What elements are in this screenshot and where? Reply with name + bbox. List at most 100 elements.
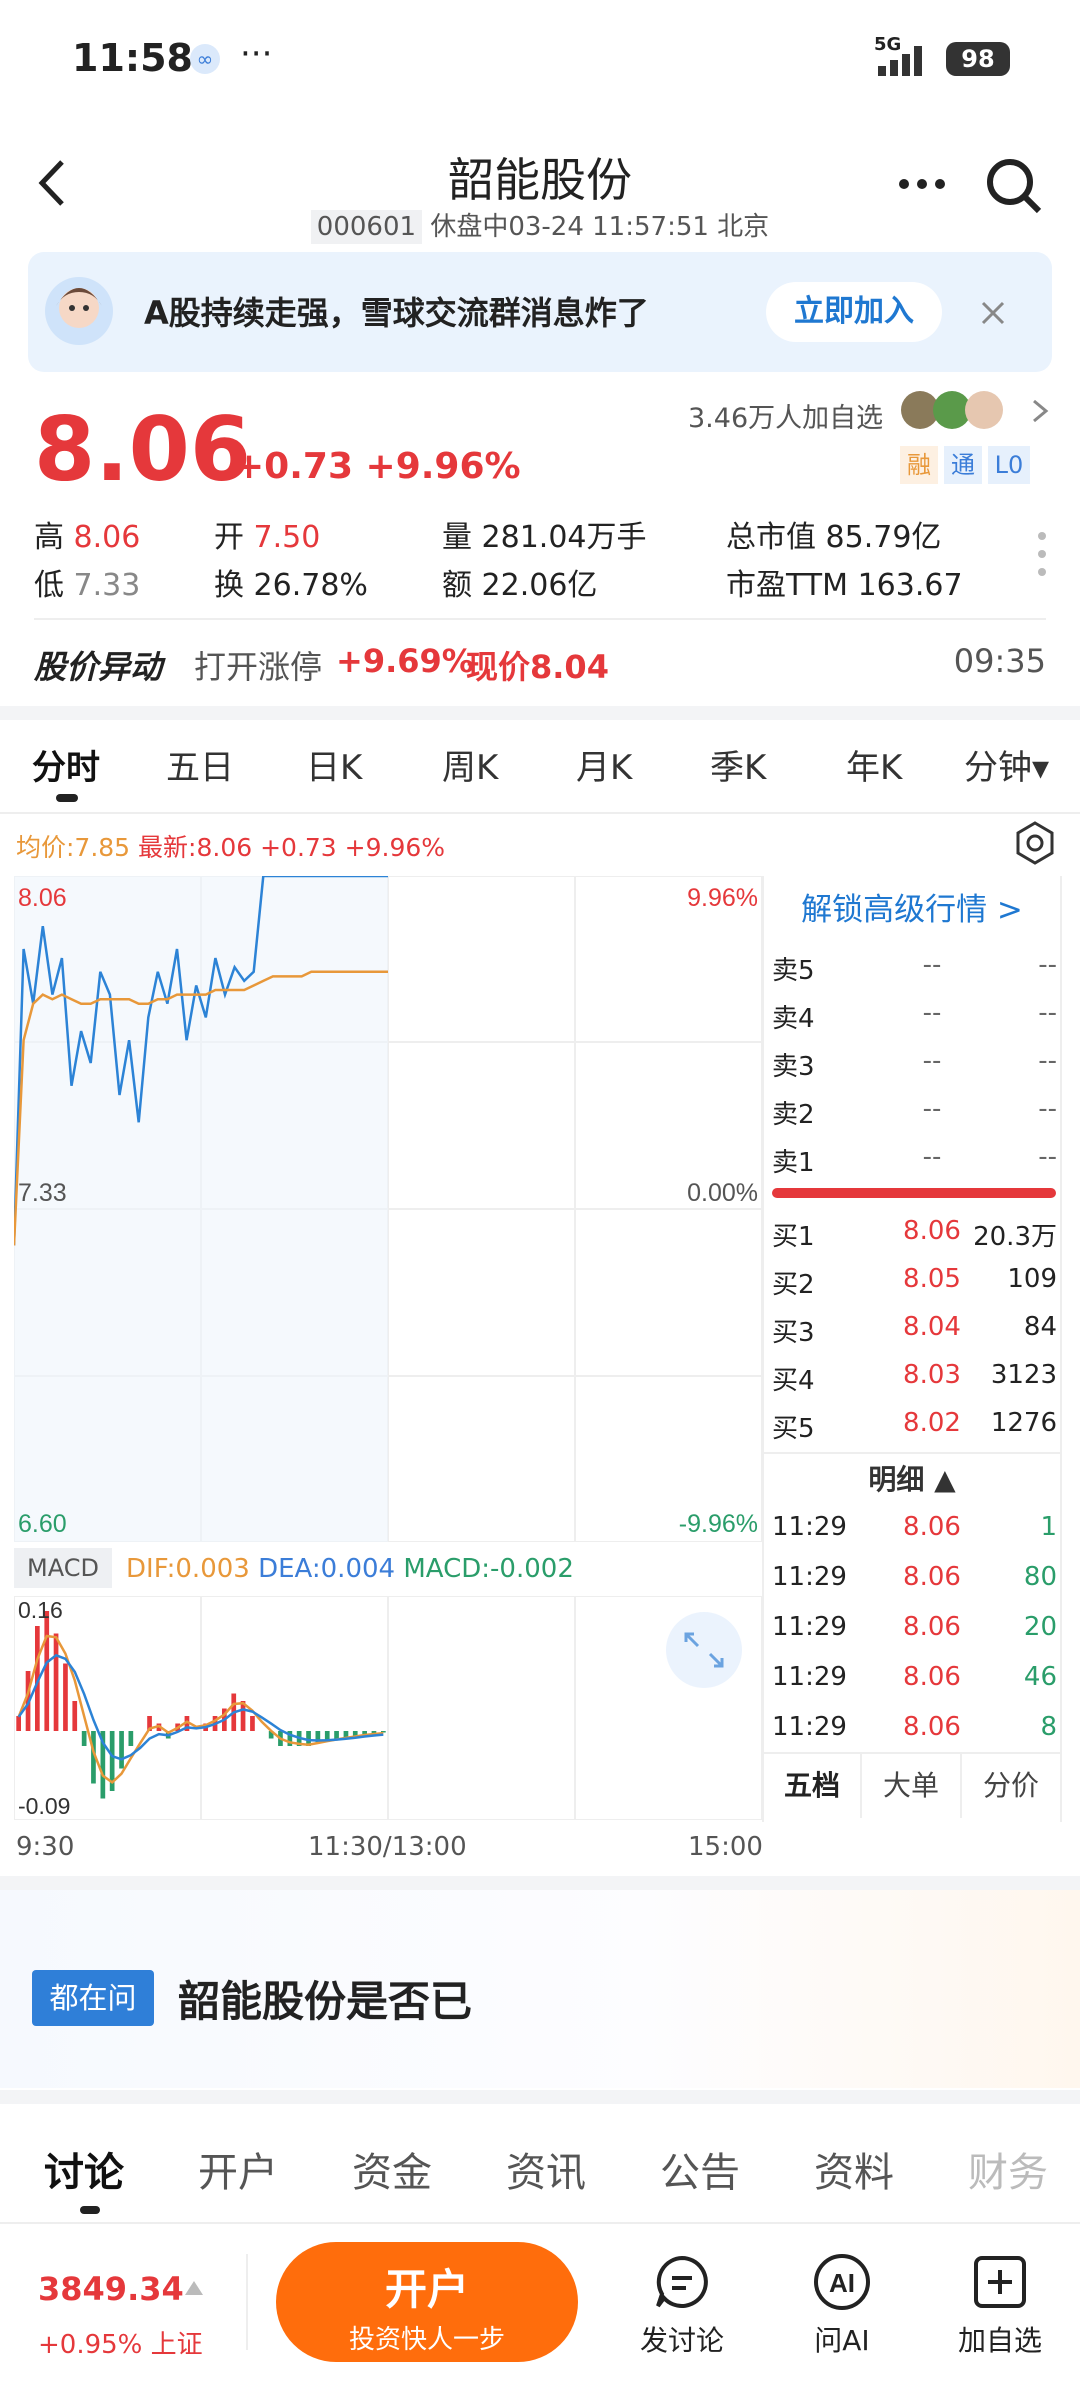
level-volume: 3123 — [990, 1360, 1057, 1390]
notification-icon: ∞ — [190, 44, 220, 74]
search-icon[interactable] — [984, 156, 1044, 216]
macd-bar — [324, 1731, 330, 1740]
detail-toggle[interactable]: 明细 ▲ — [764, 1458, 1060, 1498]
margin-tag: 融 — [900, 446, 938, 484]
vertical-more-icon[interactable] — [1036, 530, 1048, 578]
bottom-bar: 3849.34 +0.95% 上证 开户 投资快人一步 发讨论 AI 问AI 加… — [0, 2224, 1080, 2400]
y-top-label: 8.06 — [18, 884, 67, 912]
index-name: 上证 — [150, 2330, 203, 2360]
stock-tags: 融通 L0 — [900, 446, 1030, 484]
tab-account[interactable]: 开户 — [198, 2140, 278, 2198]
tab-funds[interactable]: 资金 — [352, 2140, 432, 2198]
close-icon[interactable] — [980, 300, 1006, 326]
level-price: 8.02 — [903, 1408, 961, 1438]
follower-avatars[interactable] — [900, 388, 1010, 436]
volume-label: 量 — [442, 520, 472, 555]
tab-big-orders[interactable]: 大单 — [862, 1754, 962, 1818]
banner-text: A股持续走强，雪球交流群消息炸了 — [144, 294, 649, 332]
price-chart[interactable]: 8.06 7.33 6.60 9.96% 0.00% -9.96% — [14, 876, 762, 1542]
level-price: -- — [922, 1046, 942, 1076]
macd-bar — [362, 1731, 367, 1734]
settings-icon[interactable] — [1012, 820, 1058, 866]
tab-news[interactable]: 资讯 — [506, 2140, 586, 2198]
macd-indicator-button[interactable]: MACD — [14, 1548, 112, 1588]
pct-mid-label: 0.00% — [687, 1179, 758, 1207]
macd-bar — [72, 1701, 78, 1731]
more-icon[interactable] — [896, 176, 948, 192]
tick-time: 11:29 — [772, 1512, 847, 1542]
open-account-label: 开户 — [384, 2265, 469, 2314]
tab-minute[interactable]: 分钟▾ — [964, 740, 1049, 789]
open-account-button[interactable]: 开户 投资快人一步 — [276, 2242, 578, 2362]
tab-discuss[interactable]: 讨论 — [44, 2140, 124, 2198]
quote-stats: 高 8.06 开 7.50 量 281.04万手 总市值 85.79亿 低 7.… — [34, 512, 1034, 603]
tick-row: 11:29 8.06 46 — [772, 1654, 1057, 1702]
battery-icon: 98 — [946, 42, 1010, 76]
post-label: 发讨论 — [639, 2324, 724, 2357]
divider — [0, 812, 1080, 814]
level-volume: 109 — [1007, 1264, 1057, 1294]
add-favorite-button[interactable]: 加自选 — [940, 2252, 1060, 2359]
connect-tag: 通 — [944, 446, 982, 484]
unlock-advanced-quotes[interactable]: 解锁高级行情 > — [764, 884, 1060, 929]
level-label: 卖1 — [772, 1148, 815, 1178]
ask-section[interactable]: 都在问 韶能股份是否已 — [0, 1890, 1080, 2088]
level-price: -- — [922, 1142, 942, 1172]
macd-chart[interactable]: 0.16 -0.09 — [14, 1596, 762, 1820]
change-value: +0.73 — [234, 446, 353, 487]
current-price: 8.06 — [34, 398, 252, 501]
tab-daily-k[interactable]: 日K — [306, 740, 362, 789]
ai-icon: AI — [814, 2254, 870, 2310]
level-label: 买1 — [772, 1222, 815, 1252]
tab-indicator — [80, 2206, 100, 2214]
svg-text:AI: AI — [829, 2268, 855, 2298]
sell-row: 卖5 -- -- — [772, 942, 1057, 990]
community-banner[interactable]: A股持续走强，雪球交流群消息炸了 立即加入 — [28, 252, 1052, 372]
tab-weekly-k[interactable]: 周K — [442, 740, 498, 789]
alert-time: 09:35 — [953, 642, 1046, 680]
tab-five-levels[interactable]: 五档 — [764, 1754, 862, 1818]
join-group-button[interactable]: 立即加入 — [766, 282, 942, 342]
sell-row: 卖2 -- -- — [772, 1086, 1057, 1134]
tab-monthly-k[interactable]: 月K — [576, 740, 632, 789]
signal-icon — [878, 46, 922, 76]
price-alert[interactable]: 股价异动 打开涨停 +9.69% 现价8.04 09:35 — [34, 642, 1046, 686]
tab-announcements[interactable]: 公告 — [660, 2140, 740, 2198]
macd-bot-label: -0.09 — [18, 1793, 70, 1819]
x-mid-label: 11:30/13:00 — [308, 1832, 467, 1862]
tab-profile[interactable]: 资料 — [814, 2140, 894, 2198]
index-change: +0.95% — [38, 2330, 143, 2360]
high-value: 8.06 — [73, 520, 141, 555]
index-value[interactable]: 3849.34 — [38, 2270, 184, 2308]
sell-row: 卖1 -- -- — [772, 1134, 1057, 1182]
tab-yearly-k[interactable]: 年K — [846, 740, 902, 789]
chart-info: 均价:7.85 最新:8.06 +0.73 +9.96% — [16, 828, 445, 864]
level-label: 买2 — [772, 1270, 815, 1300]
tick-volume: 80 — [1023, 1562, 1057, 1592]
tab-intraday[interactable]: 分时 — [32, 740, 100, 789]
add-square-icon — [974, 2256, 1026, 2308]
tab-price-distribution[interactable]: 分价 — [962, 1754, 1060, 1818]
chevron-right-icon[interactable] — [1030, 398, 1050, 424]
buy-row: 买2 8.05 109 — [772, 1256, 1057, 1304]
turnover-label: 换 — [214, 568, 244, 603]
macd-bar — [53, 1633, 59, 1731]
tab-quarterly-k[interactable]: 季K — [710, 740, 766, 789]
level-volume: -- — [1038, 998, 1057, 1028]
followers-count[interactable]: 3.46万人加自选 — [688, 396, 883, 435]
tick-time: 11:29 — [772, 1562, 847, 1592]
macd-dif: DIF:0.003 — [126, 1554, 250, 1584]
status-bar: 11:58 ∞ ··· 5G 98 — [0, 0, 1080, 120]
tick-volume: 46 — [1023, 1662, 1057, 1692]
tab-5day[interactable]: 五日 — [166, 740, 234, 789]
macd-bar — [63, 1663, 68, 1731]
section-divider — [0, 2090, 1080, 2104]
ask-ai-button[interactable]: AI 问AI — [782, 2252, 902, 2359]
tick-volume: 20 — [1023, 1612, 1057, 1642]
expand-button[interactable] — [666, 1612, 742, 1688]
macd-bar — [16, 1716, 21, 1731]
stock-code: 000601 — [310, 210, 423, 244]
level-volume: -- — [1038, 950, 1057, 980]
tab-finance[interactable]: 财务 — [968, 2140, 1048, 2198]
post-discussion-button[interactable]: 发讨论 — [622, 2252, 742, 2359]
